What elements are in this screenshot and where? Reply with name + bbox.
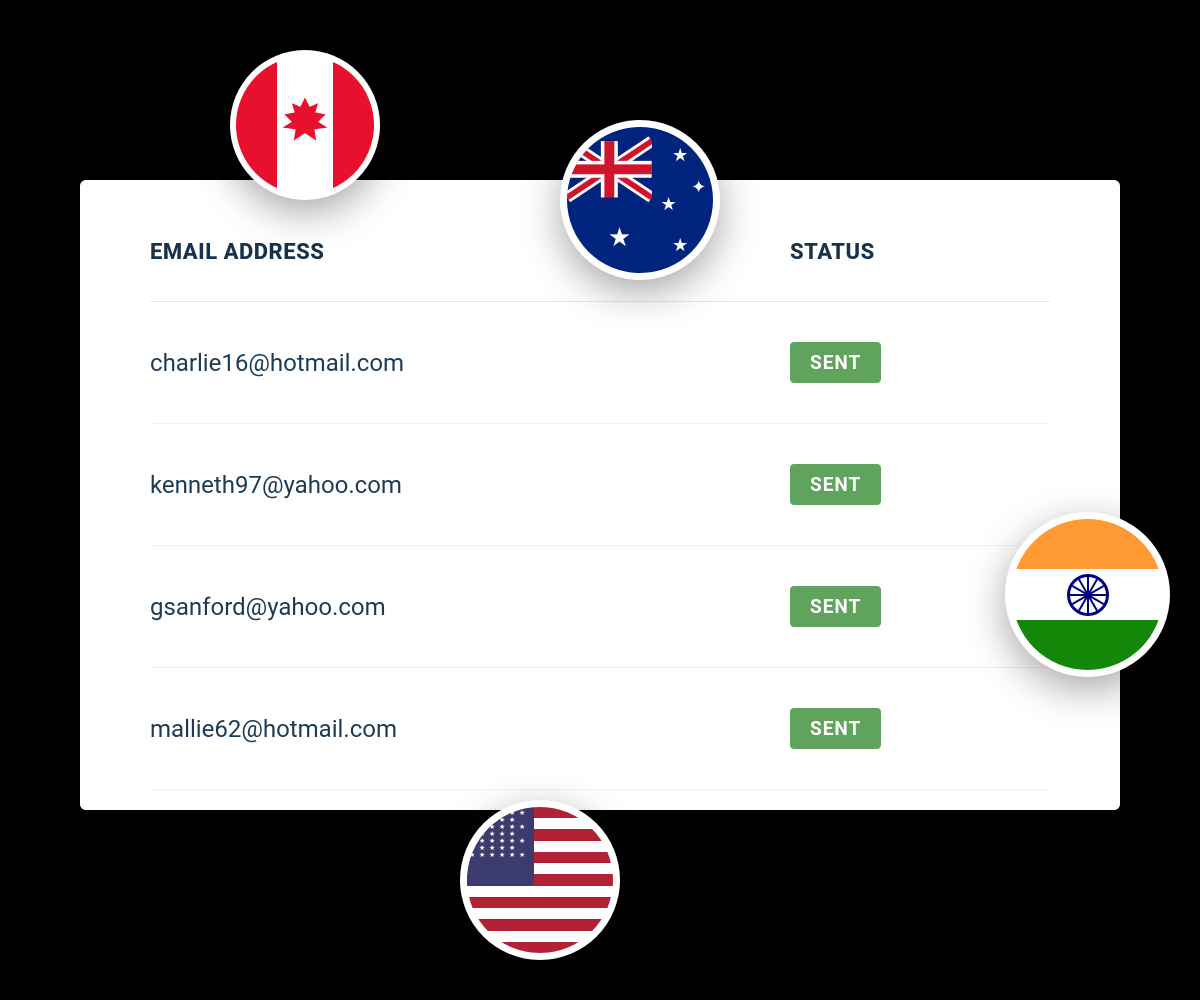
status-badge: SENT <box>790 342 881 383</box>
status-badge: SENT <box>790 464 881 505</box>
col-header-status: STATUS <box>790 240 1050 265</box>
email-cell: charlie16@hotmail.com <box>150 349 790 377</box>
status-cell: SENT <box>790 708 1050 749</box>
email-status-card: EMAIL ADDRESS STATUS charlie16@hotmail.c… <box>80 180 1120 810</box>
flag-india-icon <box>1005 512 1170 677</box>
status-cell: SENT <box>790 464 1050 505</box>
table-row: charlie16@hotmail.com SENT <box>150 302 1050 424</box>
ashoka-chakra-icon <box>1067 574 1109 616</box>
union-jack-icon <box>567 127 652 212</box>
table-row: kenneth97@yahoo.com SENT <box>150 424 1050 546</box>
table-row: gsanford@yahoo.com SENT <box>150 546 1050 668</box>
email-cell: mallie62@hotmail.com <box>150 715 790 743</box>
flag-usa-icon: ★ ★ ★ ★ ★ ★ ★ ★ ★ ★ ★★ ★ ★ ★ ★ ★ ★ ★ ★ ★… <box>460 800 620 960</box>
stars-canton-icon: ★ ★ ★ ★ ★ ★ ★ ★ ★ ★ ★★ ★ ★ ★ ★ ★ ★ ★ ★ ★… <box>467 807 534 886</box>
status-cell: SENT <box>790 342 1050 383</box>
email-cell: kenneth97@yahoo.com <box>150 471 790 499</box>
table-row: mallie62@hotmail.com SENT <box>150 668 1050 790</box>
status-badge: SENT <box>790 708 881 749</box>
flag-australia-icon: ★ ★ ✦ ★ ★ <box>560 120 720 280</box>
email-cell: gsanford@yahoo.com <box>150 593 790 621</box>
status-badge: SENT <box>790 586 881 627</box>
flag-canada-icon <box>230 50 380 200</box>
maple-leaf-icon <box>275 94 335 154</box>
